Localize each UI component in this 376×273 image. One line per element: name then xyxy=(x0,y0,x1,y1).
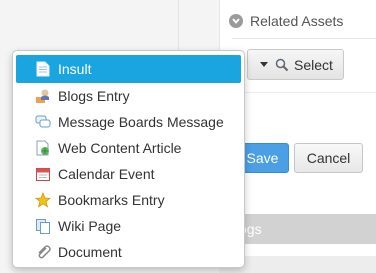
menu-item-label: Calendar Event xyxy=(58,166,155,182)
caret-down-icon xyxy=(260,62,268,67)
blogs-icon xyxy=(35,88,51,104)
wiki-icon xyxy=(35,218,51,234)
chevron-down-icon xyxy=(229,14,243,28)
menu-item-bookmarks-entry[interactable]: Bookmarks Entry xyxy=(16,187,241,213)
divider xyxy=(232,92,376,93)
menu-item-blogs-entry[interactable]: Blogs Entry xyxy=(16,83,241,109)
menu-item-calendar-event[interactable]: Calendar Event xyxy=(16,161,241,187)
web-content-icon xyxy=(35,140,51,156)
menu-item-label: Wiki Page xyxy=(58,218,122,234)
menu-item-label: Message Boards Message xyxy=(58,114,224,130)
cancel-button[interactable]: Cancel xyxy=(294,143,363,173)
menu-item-label: Blogs Entry xyxy=(58,88,130,104)
menu-item-web-content-article[interactable]: Web Content Article xyxy=(16,135,241,161)
select-button[interactable]: Select xyxy=(247,49,344,80)
menu-item-wiki-page[interactable]: Wiki Page xyxy=(16,213,241,239)
search-icon xyxy=(274,57,290,73)
menu-item-label: Document xyxy=(58,244,122,260)
menu-item-message-boards-message[interactable]: Message Boards Message xyxy=(16,109,241,135)
menu-item-label: Bookmarks Entry xyxy=(58,192,165,208)
star-icon xyxy=(35,192,51,208)
paperclip-icon xyxy=(35,244,51,260)
message-icon xyxy=(35,114,51,130)
menu-item-document[interactable]: Document xyxy=(16,239,241,265)
menu-item-label: Insult xyxy=(58,61,92,77)
asset-type-menu: Insult Blogs Entry Message Boards Messag… xyxy=(12,50,245,268)
select-button-label: Select xyxy=(294,56,333,73)
calendar-icon xyxy=(35,166,51,182)
menu-item-insult[interactable]: Insult xyxy=(16,55,241,83)
related-assets-header[interactable]: Related Assets xyxy=(229,11,343,31)
document-icon xyxy=(35,61,51,77)
menu-item-label: Web Content Article xyxy=(58,140,182,156)
related-assets-title: Related Assets xyxy=(250,13,344,29)
divider xyxy=(232,38,376,39)
